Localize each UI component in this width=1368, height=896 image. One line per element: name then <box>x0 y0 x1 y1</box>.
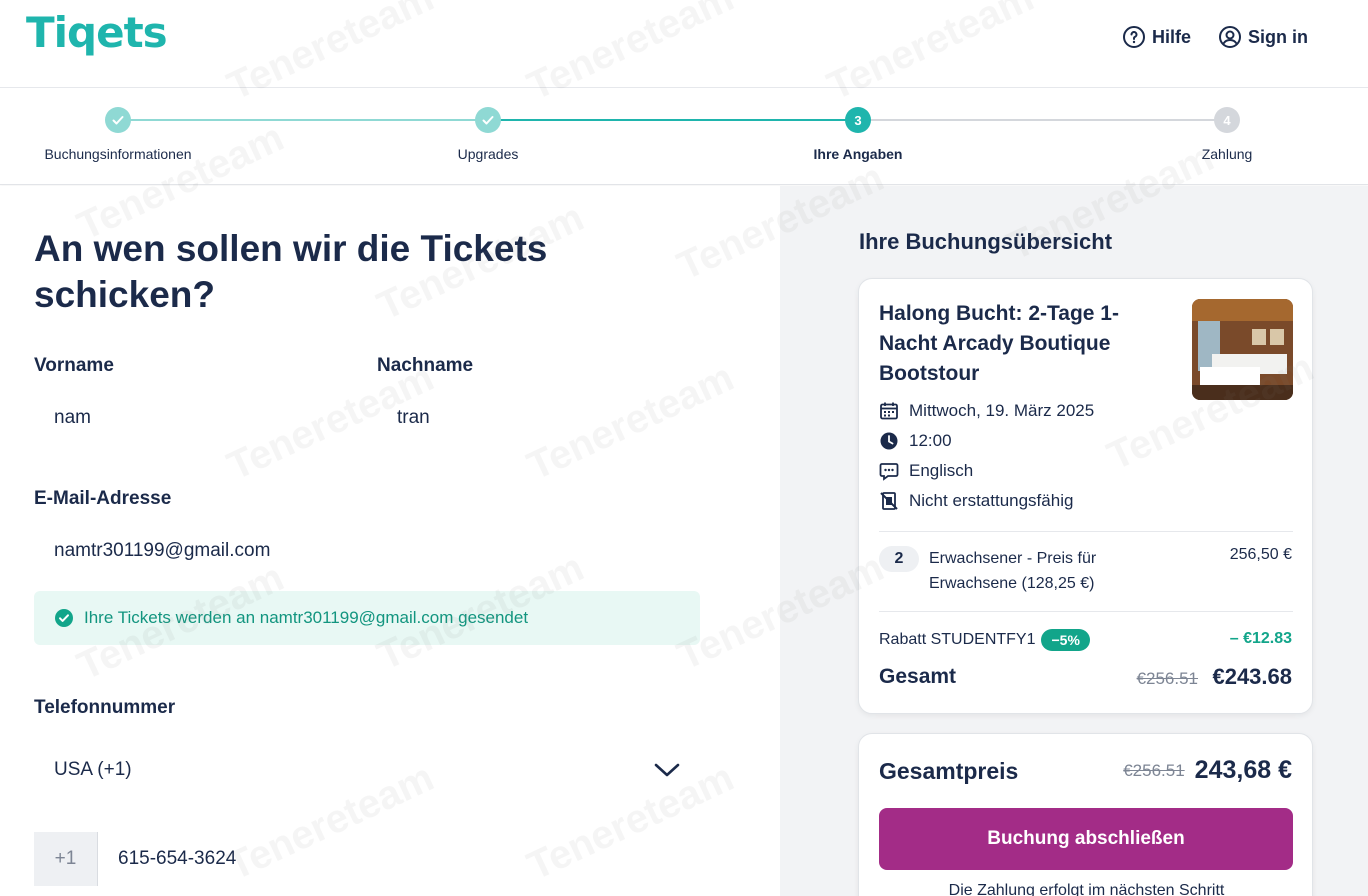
country-code-value: USA (+1) <box>54 759 132 780</box>
complete-booking-button[interactable]: Buchung abschließen <box>879 808 1293 870</box>
help-icon <box>1123 26 1145 48</box>
no-refund-icon <box>880 492 898 510</box>
step-4-label: Zahlung <box>1201 146 1253 162</box>
language-text: Englisch <box>909 461 974 480</box>
email-confirmation-notice: Ihre Tickets werden an namtr301199@gmail… <box>34 591 700 645</box>
card-divider <box>879 531 1293 532</box>
speech-bubble-icon <box>879 463 899 481</box>
step-2-label[interactable]: Upgrades <box>458 146 519 162</box>
ticket-quantity: 2 <box>879 546 919 572</box>
email-notice-text: Ihre Tickets werden an namtr301199@gmail… <box>84 608 529 627</box>
country-code-select[interactable]: USA (+1) <box>34 744 700 796</box>
step-2-check-icon[interactable] <box>475 107 501 133</box>
firstname-input[interactable]: nam <box>54 407 354 429</box>
discount-value: – €12.83 <box>1229 630 1292 647</box>
checkout-label: Gesamtpreis <box>879 758 1019 784</box>
date-text: Mittwoch, 19. März 2025 <box>909 401 1095 420</box>
card-divider <box>879 611 1293 612</box>
phone-prefix: +1 <box>34 832 98 886</box>
checkout-new-price: 243,68 € <box>1194 756 1292 784</box>
signin-label: Sign in <box>1248 26 1308 47</box>
help-label: Hilfe <box>1152 26 1192 47</box>
tiqets-logo[interactable]: Tiqets <box>26 8 168 57</box>
check-circle-icon <box>55 609 73 627</box>
checkout-old-price: €256.51 <box>1123 760 1185 780</box>
refund-row: Nicht erstattungsfähig <box>879 491 1073 511</box>
page-title: An wen sollen wir die Tickets schicken? <box>34 228 548 315</box>
step-connector-1 <box>118 119 488 121</box>
tour-thumbnail <box>1192 299 1293 400</box>
step-3-label: Ihre Angaben <box>813 146 903 162</box>
checkout-price: €256.51 243,68 € <box>1123 756 1292 785</box>
signin-link[interactable]: Sign in <box>1218 25 1308 49</box>
booking-card: Halong Bucht: 2-Tage 1-Nacht Arcady Bout… <box>858 278 1313 714</box>
discount-badge: −5% <box>1041 629 1090 651</box>
summary-title: Ihre Buchungsübersicht <box>859 229 1113 254</box>
date-row: Mittwoch, 19. März 2025 <box>879 401 1094 421</box>
refund-text: Nicht erstattungsfähig <box>909 491 1074 510</box>
time-text: 12:00 <box>909 431 952 450</box>
total-new-price: €243.68 <box>1212 664 1292 689</box>
payment-note: Die Zahlung erfolgt im nächsten Schritt <box>948 882 1225 896</box>
clock-icon <box>880 432 898 450</box>
step-connector-2 <box>488 119 858 121</box>
booking-summary-panel: Ihre Buchungsübersicht Halong Bucht: 2-T… <box>780 186 1368 896</box>
lastname-input[interactable]: tran <box>397 407 697 429</box>
ticket-description: Erwachsener - Preis für Erwachsene (128,… <box>929 550 1097 592</box>
phone-label: Telefonnummer <box>34 697 176 718</box>
step-1-check-icon[interactable] <box>105 107 131 133</box>
top-header: Tiqets Hilfe Sign in <box>0 0 1368 88</box>
calendar-icon <box>880 402 898 420</box>
step-1-label[interactable]: Buchungsinformationen <box>44 146 191 162</box>
total-row: Gesamt €256.51 €243.68 <box>879 664 1292 690</box>
time-row: 12:00 <box>879 431 952 451</box>
help-link[interactable]: Hilfe <box>1122 25 1191 49</box>
phone-input[interactable]: 615-654-3624 <box>118 848 236 870</box>
ticket-price: 256,50 € <box>1229 546 1292 563</box>
tour-title: Halong Bucht: 2-Tage 1-Nacht Arcady Bout… <box>879 302 1119 385</box>
language-row: Englisch <box>879 461 973 481</box>
discount-label: Rabatt STUDENTFY1 <box>879 631 1036 648</box>
firstname-label: Vorname <box>34 355 114 376</box>
step-4-dot: 4 <box>1214 107 1240 133</box>
checkout-card: Gesamtpreis €256.51 243,68 € Buchung abs… <box>858 733 1313 896</box>
email-input[interactable]: namtr301199@gmail.com <box>54 540 694 562</box>
lastname-label: Nachname <box>377 355 474 376</box>
user-icon <box>1219 26 1241 48</box>
step-3-dot: 3 <box>845 107 871 133</box>
chevron-down-icon <box>654 763 680 777</box>
discount-row: Rabatt STUDENTFY1 −5% <box>879 629 1090 651</box>
progress-stepper: 3 4 Buchungsinformationen Upgrades Ihre … <box>0 89 1368 185</box>
details-form: An wen sollen wir die Tickets schicken? … <box>0 186 780 896</box>
total-label: Gesamt <box>879 665 957 688</box>
step-connector-3 <box>858 119 1227 121</box>
email-label: E-Mail-Adresse <box>34 488 172 509</box>
total-old-price: €256.51 <box>1136 669 1199 688</box>
